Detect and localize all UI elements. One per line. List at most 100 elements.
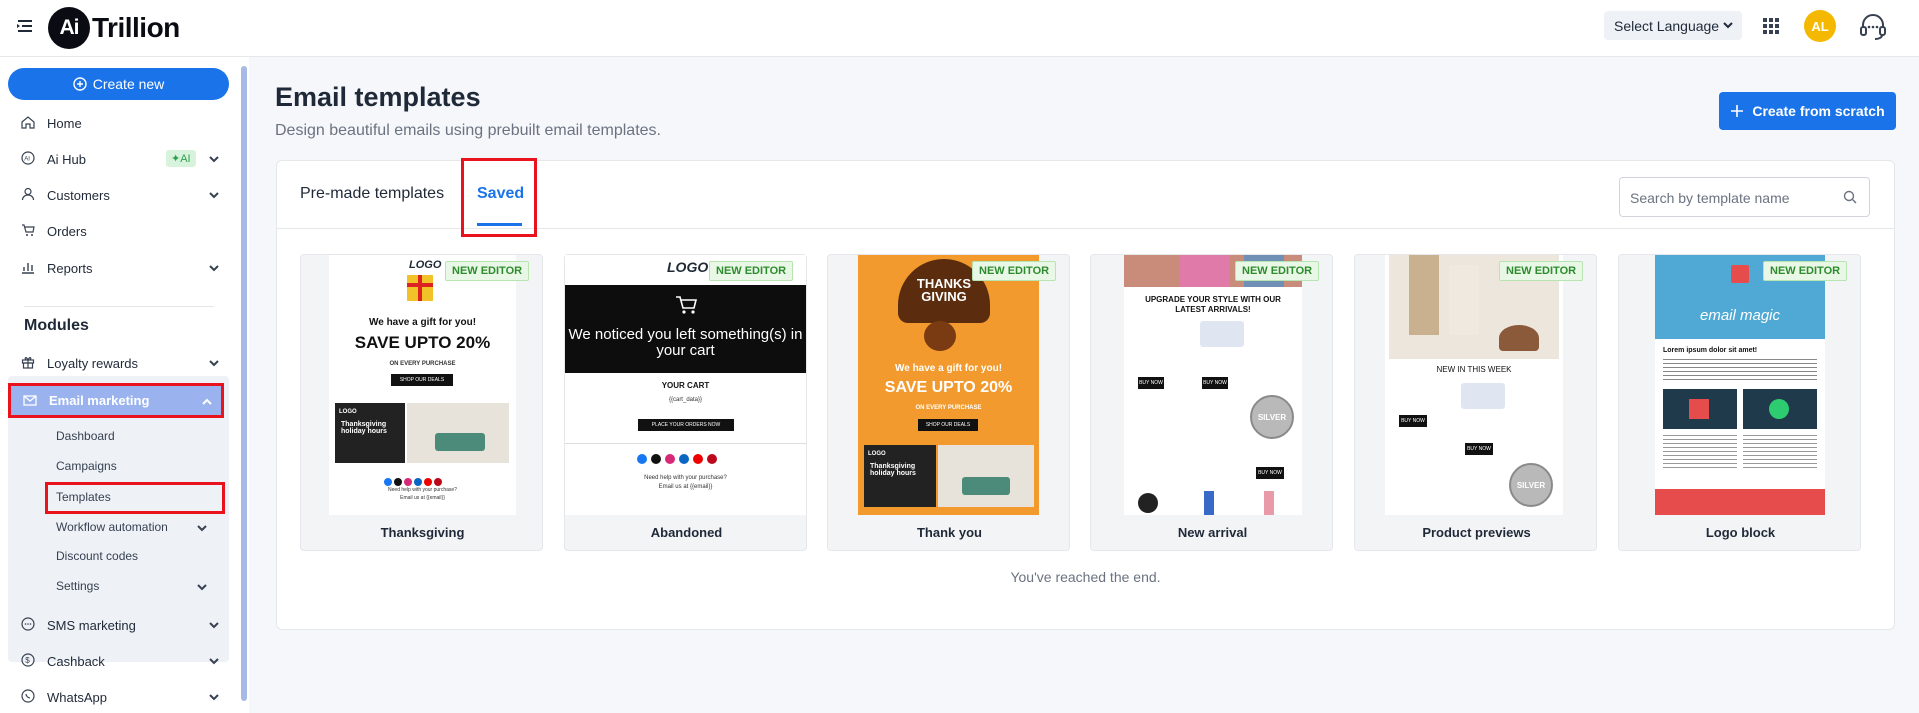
chevron-down-icon	[1723, 22, 1733, 29]
search-icon[interactable]	[1843, 190, 1857, 204]
create-from-scratch-label: Create from scratch	[1752, 103, 1885, 119]
new-editor-badge: NEW EDITOR	[1499, 261, 1584, 281]
lorem-text-lines	[1663, 359, 1817, 381]
sidebar-subitem-discount-codes[interactable]: Discount codes	[56, 549, 138, 563]
feature-image-right	[1743, 389, 1817, 429]
template-card-label: Thanksgiving	[380, 525, 465, 540]
gold-medal-image	[1138, 493, 1158, 513]
sidebar-item-label: Email marketing	[49, 393, 150, 408]
gift-box-image	[407, 275, 433, 301]
sidebar-subitem-label: Settings	[56, 579, 100, 593]
sidebar-subitem-dashboard[interactable]: Dashboard	[56, 429, 115, 443]
cart-icon	[21, 223, 37, 239]
product-image	[1461, 383, 1505, 409]
tab-pre-made-templates[interactable]: Pre-made templates	[300, 185, 444, 203]
product-tube-image	[1204, 491, 1214, 515]
chevron-down-icon	[197, 525, 207, 532]
home-icon	[21, 115, 37, 131]
saved-tab-highlight-box	[461, 158, 537, 237]
sidebar-item-home[interactable]: Home	[0, 107, 232, 139]
new-editor-badge: NEW EDITOR	[1763, 261, 1848, 281]
thumb-buy-now-button: BUY NOW	[1399, 415, 1427, 427]
new-editor-badge: NEW EDITOR	[445, 261, 530, 281]
template-card-thanksgiving[interactable]: LOGO We have a gift for you! SAVE UPTO 2…	[300, 254, 543, 551]
customers-icon	[21, 187, 37, 203]
plus-icon	[1731, 105, 1744, 117]
svg-text:$: $	[25, 656, 30, 665]
thumb-buy-now-button: BUY NOW	[1202, 377, 1228, 389]
avatar[interactable]: AL	[1804, 10, 1836, 42]
language-select[interactable]: Select Language	[1604, 11, 1742, 40]
search-input[interactable]	[1630, 188, 1840, 208]
sidebar-item-label: SMS marketing	[47, 617, 136, 633]
new-editor-badge: NEW EDITOR	[709, 261, 794, 281]
scrollbar-thumb[interactable]	[241, 66, 247, 701]
template-thumbnail: UPGRADE YOUR STYLE WITH OUR LATEST ARRIV…	[1124, 255, 1302, 515]
sidebar-subitem-settings[interactable]: Settings	[56, 579, 207, 593]
create-from-scratch-button[interactable]: Create from scratch	[1719, 92, 1896, 130]
living-room-image	[938, 445, 1034, 507]
language-select-label: Select Language	[1614, 17, 1720, 34]
end-of-list-text: You've reached the end.	[1010, 569, 1161, 585]
sidebar-item-loyalty-rewards[interactable]: Loyalty rewards	[0, 347, 232, 379]
template-card-label: Thank you	[916, 525, 982, 540]
template-card-logo-block[interactable]: email magic Lorem ipsum dolor sit amet! …	[1618, 254, 1861, 551]
chevron-down-icon	[209, 658, 219, 665]
sidebar-item-reports[interactable]: Reports	[0, 252, 232, 284]
thumb-cart-data: {{cart_data}}	[668, 397, 703, 403]
thumb-shop-button: SHOP OUR DEALS	[918, 419, 978, 431]
template-card-abandoned[interactable]: LOGO We noticed you left something(s) in…	[564, 254, 807, 551]
sidebar-item-label: Home	[47, 115, 82, 131]
sidebar-subitem-campaigns[interactable]: Campaigns	[56, 459, 117, 473]
thumb-every-purchase: ON EVERY PURCHASE	[915, 405, 982, 411]
thumb-email-us: Email us at {{email}}	[400, 495, 445, 501]
mail-logo-image	[1731, 265, 1749, 283]
sidebar-item-ai-hub[interactable]: AI Ai Hub ✦AI	[0, 143, 232, 175]
gift-icon	[21, 355, 37, 371]
sidebar-subitem-label: Workflow automation	[56, 520, 168, 534]
feature-image-left	[1663, 389, 1737, 429]
thumb-holiday-block: LOGO Thanksgiving holiday hours	[864, 445, 936, 507]
template-thumbnail: NEW IN THIS WEEK BUY NOW BUY NOW SILVER	[1385, 255, 1563, 515]
chevron-down-icon	[209, 265, 219, 272]
thumb-save-line: SAVE UPTO 20%	[884, 379, 1013, 396]
template-card-thank-you[interactable]: THANKS GIVING We have a gift for you! SA…	[827, 254, 1070, 551]
thumb-upgrade-text: UPGRADE YOUR STYLE WITH OUR LATEST ARRIV…	[1145, 295, 1281, 314]
sidebar-item-label: Customers	[47, 187, 110, 203]
chevron-down-icon	[209, 156, 219, 163]
sidebar-item-cashback[interactable]: $ Cashback	[0, 645, 232, 677]
chevron-down-icon	[209, 622, 219, 629]
thumb-buy-now-button: BUY NOW	[1465, 443, 1493, 455]
sidebar-item-sms-marketing[interactable]: SMS marketing	[0, 609, 232, 641]
sidebar-item-label: WhatsApp	[47, 689, 107, 705]
lorem-text-lines	[1743, 435, 1817, 471]
chevron-down-icon	[209, 694, 219, 701]
sidebar-item-label: Cashback	[47, 653, 105, 669]
sidebar-subitem-workflow-automation[interactable]: Workflow automation	[56, 520, 207, 534]
thumb-email-magic: email magic	[1699, 307, 1781, 324]
ai-hub-icon: AI	[21, 151, 37, 167]
create-new-button[interactable]: Create new	[8, 68, 229, 100]
sidebar-scrollbar[interactable]	[240, 58, 248, 713]
thumb-every-purchase: ON EVERY PURCHASE	[389, 361, 456, 367]
thumb-gift-line: We have a gift for you!	[894, 363, 1003, 374]
sms-icon	[21, 617, 37, 633]
sidebar-item-whatsapp[interactable]: WhatsApp	[0, 681, 232, 713]
template-card-new-arrival[interactable]: UPGRADE YOUR STYLE WITH OUR LATEST ARRIV…	[1090, 254, 1333, 551]
template-search	[1619, 177, 1870, 217]
thumb-holiday-logo: LOGO	[868, 451, 886, 457]
apps-grid-icon[interactable]	[1762, 17, 1780, 35]
support-headset-icon[interactable]	[1857, 10, 1889, 42]
template-card-product-previews[interactable]: NEW IN THIS WEEK BUY NOW BUY NOW SILVER …	[1354, 254, 1597, 551]
thumb-logo: LOGO	[667, 259, 709, 275]
menu-toggle-icon[interactable]	[16, 17, 34, 35]
page-title: Email templates	[275, 82, 481, 112]
sidebar-item-label: Reports	[47, 260, 93, 276]
app-logo[interactable]: Ai Trillion	[48, 7, 180, 49]
dollar-circle-icon: $	[21, 653, 37, 669]
sidebar-item-email-marketing[interactable]: Email marketing	[8, 383, 224, 418]
sidebar-item-customers[interactable]: Customers	[0, 179, 232, 211]
thumb-need-help: Need help with your purchase?	[388, 487, 457, 493]
sidebar-item-orders[interactable]: Orders	[0, 215, 232, 247]
thumb-need-help: Need help with your purchase?	[644, 475, 727, 481]
